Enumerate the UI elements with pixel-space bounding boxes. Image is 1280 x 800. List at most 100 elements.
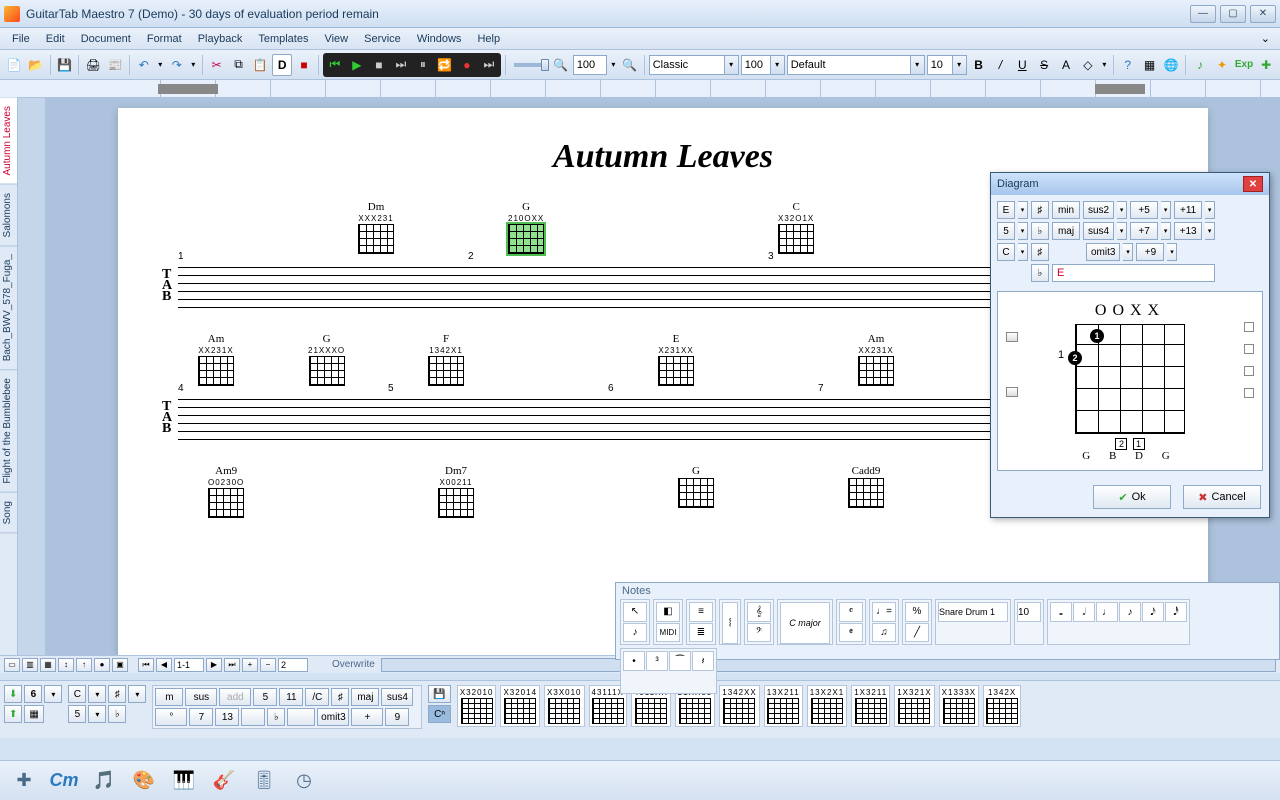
lines2-tool[interactable]: ≣ xyxy=(689,623,713,643)
view-b-button[interactable]: ↑ xyxy=(76,658,92,672)
tie-tool[interactable]: ⁀ xyxy=(669,651,691,671)
five-button[interactable]: 5 xyxy=(68,705,86,723)
underline-button[interactable]: U xyxy=(1012,54,1032,76)
mod-5[interactable]: 5 xyxy=(253,688,277,706)
chord-diagram[interactable]: AmXX231X xyxy=(858,333,894,386)
zoom-in-button[interactable]: 🔍 xyxy=(620,54,640,76)
save-button[interactable]: 💾 xyxy=(55,54,75,76)
bass-clef-tool[interactable]: 𝄢 xyxy=(747,623,771,643)
undo-button[interactable]: ↶ xyxy=(134,54,154,76)
pointer-tool[interactable]: ↖ xyxy=(623,602,647,622)
chord-diagram[interactable]: G210OXX xyxy=(508,201,544,254)
cancel-button[interactable]: ✖Cancel xyxy=(1183,485,1261,509)
tempo-slider[interactable] xyxy=(514,63,545,67)
mod-dim[interactable]: ° xyxy=(155,708,187,726)
style-combo[interactable] xyxy=(649,55,725,75)
c-dd[interactable]: ▾ xyxy=(88,685,106,703)
menu-file[interactable]: File xyxy=(4,30,38,48)
ruler-left-grip[interactable] xyxy=(158,84,218,94)
p13-button[interactable]: +13 xyxy=(1174,222,1202,240)
tuplet-tool[interactable]: ³ xyxy=(646,651,668,671)
p11-dd[interactable]: ▾ xyxy=(1205,201,1215,219)
menu-help[interactable]: Help xyxy=(469,30,508,48)
chord-display[interactable] xyxy=(1052,264,1215,282)
menu-playback[interactable]: Playback xyxy=(190,30,251,48)
highlight-dropdown[interactable]: ▾ xyxy=(1100,54,1109,76)
open-button[interactable]: 📂 xyxy=(26,54,46,76)
menu-edit[interactable]: Edit xyxy=(38,30,73,48)
sus2-button[interactable]: sus2 xyxy=(1083,201,1114,219)
pick-up-button[interactable]: ⬆ xyxy=(4,705,22,723)
diagram-down-button[interactable] xyxy=(1006,387,1018,397)
d-button[interactable]: D xyxy=(272,54,292,76)
maj-button[interactable]: maj xyxy=(1052,222,1080,240)
loop-button[interactable]: 🔁 xyxy=(434,54,456,76)
mod-flat[interactable]: ♭ xyxy=(267,708,285,726)
options-button[interactable]: ▦ xyxy=(1140,54,1160,76)
rest-tool[interactable]: 𝄽 xyxy=(692,651,714,671)
pos-dd[interactable]: ▾ xyxy=(1018,222,1028,240)
del-bar-button[interactable]: − xyxy=(260,658,276,672)
sharp-button[interactable]: ♯ xyxy=(108,685,126,703)
mixer-icon[interactable]: 🎚 xyxy=(248,766,280,796)
finger-dot-1[interactable]: 1 xyxy=(1090,329,1104,343)
chord-lib-button[interactable]: Cⁿ xyxy=(428,705,450,723)
print-button[interactable]: 🖨 xyxy=(83,54,103,76)
chord-diagram[interactable]: DmXXX231 xyxy=(358,201,394,254)
next-button[interactable]: ⏭ xyxy=(390,54,412,76)
capo-button[interactable]: C xyxy=(997,243,1015,261)
fretbox-2[interactable]: 2 xyxy=(1115,438,1127,450)
tempo-value[interactable] xyxy=(1017,602,1041,622)
mod-add[interactable]: add xyxy=(219,688,251,706)
time-sig2-tool[interactable]: 𝄵 xyxy=(839,623,863,643)
diagram-check-4[interactable] xyxy=(1244,388,1254,398)
undo-dropdown[interactable]: ▾ xyxy=(156,54,165,76)
five-dd[interactable]: ▾ xyxy=(88,705,106,723)
chord-library-item[interactable]: X32010 xyxy=(457,685,497,727)
mod-empty1[interactable] xyxy=(241,708,265,726)
chord-diagram[interactable]: Dm7X00211 xyxy=(438,465,474,518)
sus4-dd[interactable]: ▾ xyxy=(1117,222,1127,240)
menubar-chevron-icon[interactable]: ⌄ xyxy=(1255,32,1276,45)
italic-button[interactable]: / xyxy=(991,54,1011,76)
paste-button[interactable]: 📋 xyxy=(250,54,270,76)
last-bar-button[interactable]: ⏭ xyxy=(224,658,240,672)
finger-dot-2[interactable]: 2 xyxy=(1068,351,1082,365)
view-c-button[interactable]: ● xyxy=(94,658,110,672)
mod-sus4[interactable]: sus4 xyxy=(381,688,413,706)
menu-format[interactable]: Format xyxy=(139,30,190,48)
fretbox-1[interactable]: 1 xyxy=(1133,438,1145,450)
key-sig-tool[interactable]: C major xyxy=(780,602,830,644)
pause-button[interactable]: ⏸ xyxy=(412,54,434,76)
chord-diagram[interactable]: G xyxy=(678,465,714,508)
keyboard-icon[interactable]: 🎹 xyxy=(168,766,200,796)
close-button[interactable]: ✕ xyxy=(1250,5,1276,23)
capo-sharp-button[interactable]: ♯ xyxy=(1031,243,1049,261)
diagram-up-button[interactable] xyxy=(1006,332,1018,342)
last-button[interactable]: ⏭ xyxy=(478,54,500,76)
zoom-out-button[interactable]: 🔍 xyxy=(551,54,571,76)
sixteenth-note[interactable]: 𝅘𝅥𝅯 xyxy=(1142,602,1164,622)
bold-button[interactable]: B xyxy=(969,54,989,76)
add-bar-button[interactable]: + xyxy=(242,658,258,672)
view-a-button[interactable]: ↕ xyxy=(58,658,74,672)
new-doc-button[interactable]: 📄 xyxy=(4,54,24,76)
mod-sharp[interactable]: ♯ xyxy=(331,688,349,706)
chord-diagram[interactable]: G21XXXO xyxy=(308,333,345,386)
chord-library-item[interactable]: X32014 xyxy=(500,685,540,727)
mod-slash[interactable]: /C xyxy=(305,688,329,706)
chord-diagram[interactable]: AmXX231X xyxy=(198,333,234,386)
clean-button[interactable]: ✦ xyxy=(1212,54,1232,76)
redo-button[interactable]: ↷ xyxy=(167,54,187,76)
tool-button[interactable]: ✚ xyxy=(1256,54,1276,76)
p9-button[interactable]: +9 xyxy=(1136,243,1164,261)
mod-sus[interactable]: sus xyxy=(185,688,217,706)
zoom-input[interactable] xyxy=(573,55,607,75)
timing-dropdown[interactable]: ▾ xyxy=(44,685,62,703)
mod-maj[interactable]: maj xyxy=(351,688,379,706)
diagram-check-3[interactable] xyxy=(1244,366,1254,376)
print-preview-button[interactable]: 📰 xyxy=(105,54,125,76)
tab-song[interactable]: Song xyxy=(0,493,17,533)
position2-input[interactable] xyxy=(278,658,308,672)
note-icon[interactable]: 🎵 xyxy=(88,766,120,796)
